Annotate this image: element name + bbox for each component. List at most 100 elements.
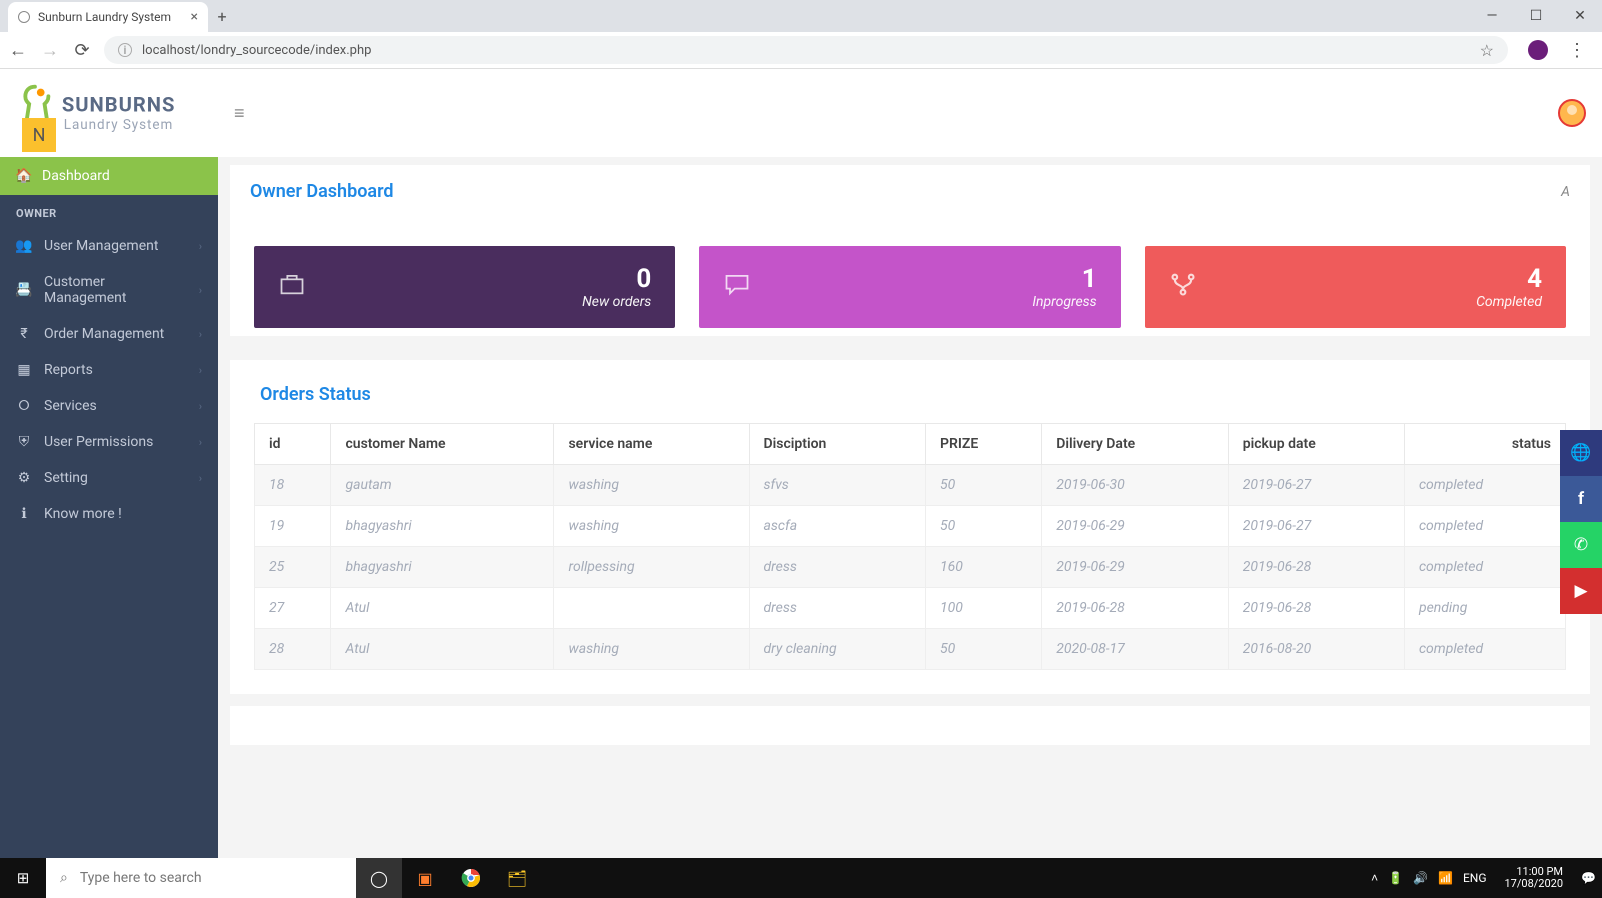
column-id: id bbox=[255, 424, 331, 465]
stat-card-completed[interactable]: 4 Completed bbox=[1145, 246, 1566, 328]
language-indicator[interactable]: ENG bbox=[1463, 871, 1487, 885]
tab-bar: Sunburn Laundry System × + — ☐ ✕ bbox=[0, 0, 1602, 32]
cell-delivery: 2019-06-29 bbox=[1042, 547, 1229, 588]
column-service-name: service name bbox=[554, 424, 749, 465]
file-explorer-icon[interactable]: 🗂 bbox=[494, 858, 540, 898]
browser-tab[interactable]: Sunburn Laundry System × bbox=[8, 2, 208, 32]
close-icon[interactable]: × bbox=[191, 9, 198, 25]
gear-icon: ⚙ bbox=[16, 470, 32, 486]
hamburger-icon[interactable]: ≡ bbox=[234, 103, 245, 124]
n-badge: N bbox=[22, 118, 56, 152]
column-pickup-date: pickup date bbox=[1228, 424, 1404, 465]
cell-delivery: 2019-06-29 bbox=[1042, 506, 1229, 547]
sidebar-item-user-permissions[interactable]: ⛨ User Permissions › bbox=[0, 424, 218, 460]
close-window-button[interactable]: ✕ bbox=[1558, 0, 1602, 32]
header-right-text: A bbox=[1561, 184, 1570, 200]
search-icon: ⌕ bbox=[60, 870, 68, 886]
cell-customer: Atul bbox=[331, 588, 554, 629]
column-disciption: Disciption bbox=[749, 424, 926, 465]
stat-card-inprogress[interactable]: 1 Inprogress bbox=[699, 246, 1120, 328]
social-rail: 🌐 f ✆ ▶ bbox=[1560, 430, 1602, 614]
footer bbox=[230, 706, 1590, 745]
profile-avatar[interactable] bbox=[1528, 40, 1548, 60]
cell-service: washing bbox=[554, 629, 749, 670]
facebook-icon[interactable]: f bbox=[1560, 476, 1602, 522]
column-status: status bbox=[1404, 424, 1565, 465]
svg-text:SUNBURNS: SUNBURNS bbox=[62, 93, 175, 117]
url-field[interactable]: i localhost/londry_sourcecode/index.php … bbox=[104, 36, 1508, 64]
cell-status: pending bbox=[1404, 588, 1565, 629]
sidebar-item-order-management[interactable]: ₹ Order Management › bbox=[0, 316, 218, 352]
stat-label: New orders bbox=[582, 294, 651, 310]
sidebar-item-label: Reports bbox=[44, 362, 93, 378]
cell-prize: 50 bbox=[926, 465, 1042, 506]
cell-customer: bhagyashri bbox=[331, 506, 554, 547]
reload-button[interactable]: ⟳ bbox=[72, 40, 92, 61]
cell-id: 19 bbox=[255, 506, 331, 547]
orders-section: Orders Status idcustomer Nameservice nam… bbox=[230, 360, 1590, 694]
battery-icon[interactable]: 🔋 bbox=[1388, 871, 1403, 885]
sidebar-item-services[interactable]: ⭘ Services › bbox=[0, 388, 218, 424]
table-row[interactable]: 18gautamwashingsfvs502019-06-302019-06-2… bbox=[255, 465, 1566, 506]
stat-label: Completed bbox=[1476, 294, 1542, 310]
volume-icon[interactable]: 🔊 bbox=[1413, 871, 1428, 885]
chrome-icon[interactable] bbox=[448, 858, 494, 898]
user-plus-icon: 👥 bbox=[16, 238, 32, 254]
sidebar-item-label: Order Management bbox=[44, 326, 164, 342]
cell-status: completed bbox=[1404, 506, 1565, 547]
address-bar: ← → ⟳ i localhost/londry_sourcecode/inde… bbox=[0, 32, 1602, 68]
sidebar: SUNBURNS Laundry System 🏠 Dashboard OWNE… bbox=[0, 69, 218, 859]
globe-social-icon[interactable]: 🌐 bbox=[1560, 430, 1602, 476]
windows-start-icon[interactable]: ⊞ bbox=[0, 858, 46, 898]
sidebar-item-customer-management[interactable]: 📇 Customer Management › bbox=[0, 264, 218, 316]
column-customer-name: customer Name bbox=[331, 424, 554, 465]
user-avatar[interactable] bbox=[1558, 99, 1586, 127]
youtube-icon[interactable]: ▶ bbox=[1560, 568, 1602, 614]
sidebar-item-label: User Permissions bbox=[44, 434, 153, 450]
chevron-right-icon: › bbox=[199, 240, 202, 253]
browser-menu-icon[interactable]: ⋮ bbox=[1568, 40, 1586, 61]
taskbar-search[interactable]: ⌕ Type here to search bbox=[46, 858, 356, 898]
minimize-button[interactable]: — bbox=[1470, 0, 1514, 32]
new-tab-button[interactable]: + bbox=[208, 2, 236, 30]
forward-button[interactable]: → bbox=[40, 40, 60, 61]
cell-delivery: 2019-06-30 bbox=[1042, 465, 1229, 506]
table-row[interactable]: 27Atuldress1002019-06-282019-06-28pendin… bbox=[255, 588, 1566, 629]
site-info-icon[interactable]: i bbox=[118, 43, 132, 57]
wifi-icon[interactable]: 📶 bbox=[1438, 871, 1453, 885]
chat-icon bbox=[723, 267, 751, 307]
bookmark-star-icon[interactable]: ☆ bbox=[1480, 41, 1494, 60]
sidebar-item-label: Dashboard bbox=[42, 168, 110, 184]
page-title: Owner Dashboard bbox=[250, 181, 394, 202]
xampp-icon[interactable]: ▣ bbox=[402, 858, 448, 898]
cell-service: washing bbox=[554, 506, 749, 547]
date-text: 17/08/2020 bbox=[1505, 878, 1564, 890]
cortana-icon[interactable]: ◯ bbox=[356, 858, 402, 898]
taskbar: ⊞ ⌕ Type here to search ◯ ▣ 🗂 ˄ 🔋 🔊 📶 EN… bbox=[0, 858, 1602, 898]
cell-pickup: 2019-06-27 bbox=[1228, 465, 1404, 506]
id-card-icon: 📇 bbox=[16, 282, 32, 298]
cell-customer: gautam bbox=[331, 465, 554, 506]
table-row[interactable]: 25bhagyashrirollpessingdress1602019-06-2… bbox=[255, 547, 1566, 588]
clock[interactable]: 11:00 PM 17/08/2020 bbox=[1497, 866, 1572, 890]
back-button[interactable]: ← bbox=[8, 40, 28, 61]
info-icon: ℹ bbox=[16, 506, 32, 522]
whatsapp-icon[interactable]: ✆ bbox=[1560, 522, 1602, 568]
sidebar-item-know-more-[interactable]: ℹ Know more ! bbox=[0, 496, 218, 532]
sidebar-item-dashboard[interactable]: 🏠 Dashboard bbox=[0, 157, 218, 195]
table-row[interactable]: 28Atulwashingdry cleaning502020-08-17201… bbox=[255, 629, 1566, 670]
table-row[interactable]: 19bhagyashriwashingascfa502019-06-292019… bbox=[255, 506, 1566, 547]
sidebar-item-setting[interactable]: ⚙ Setting › bbox=[0, 460, 218, 496]
cell-pickup: 2019-06-28 bbox=[1228, 547, 1404, 588]
sidebar-item-reports[interactable]: ▦ Reports › bbox=[0, 352, 218, 388]
tray-chevron-icon[interactable]: ˄ bbox=[1371, 871, 1378, 885]
orders-table: idcustomer Nameservice nameDisciptionPRI… bbox=[254, 423, 1566, 670]
stat-card-new-orders[interactable]: 0 New orders bbox=[254, 246, 675, 328]
cell-status: completed bbox=[1404, 547, 1565, 588]
stat-value: 0 bbox=[582, 264, 651, 294]
cell-desc: ascfa bbox=[749, 506, 926, 547]
sidebar-item-user-management[interactable]: 👥 User Management › bbox=[0, 228, 218, 264]
notifications-icon[interactable]: 💬 bbox=[1581, 871, 1596, 885]
cell-pickup: 2019-06-28 bbox=[1228, 588, 1404, 629]
maximize-button[interactable]: ☐ bbox=[1514, 0, 1558, 32]
